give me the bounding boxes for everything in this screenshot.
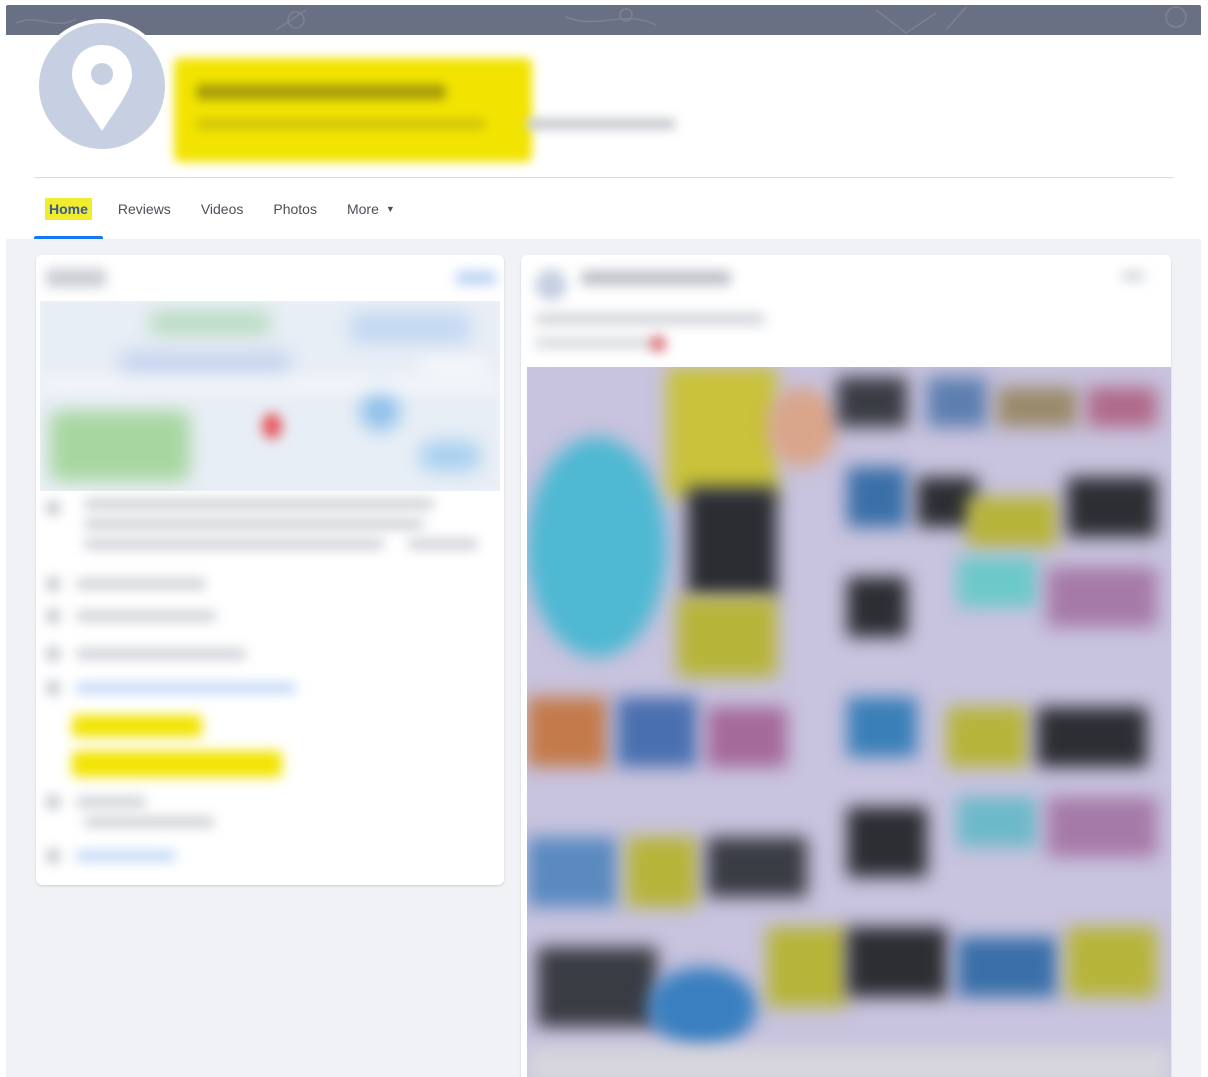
link-icon xyxy=(46,681,60,695)
heart-icon xyxy=(651,337,665,351)
tab-home[interactable]: Home xyxy=(34,179,103,239)
page-name-redacted xyxy=(174,58,532,162)
map-thumbnail[interactable] xyxy=(40,301,500,491)
post-card xyxy=(521,255,1171,1077)
page-category-redacted xyxy=(526,118,676,130)
post-author-avatar[interactable] xyxy=(535,269,567,301)
address-line-blurred xyxy=(84,539,384,549)
link-blurred[interactable] xyxy=(76,851,176,861)
profile-picture[interactable] xyxy=(35,19,169,153)
post-text-blurred xyxy=(535,313,765,325)
info-icon xyxy=(46,577,60,591)
page-root: Home Reviews Videos Photos More ▼ xyxy=(0,0,1208,1077)
website-link-blurred[interactable] xyxy=(76,683,296,693)
page-header: Home Reviews Videos Photos More ▼ xyxy=(6,19,1201,239)
about-card xyxy=(36,255,504,885)
tab-more[interactable]: More ▼ xyxy=(332,179,410,239)
redacted-email xyxy=(72,751,282,777)
feed-area xyxy=(6,239,1201,1077)
info-line-blurred xyxy=(76,579,206,589)
post-text-blurred xyxy=(535,337,665,349)
info-line-blurred xyxy=(76,797,146,807)
redacted-phone xyxy=(72,715,202,737)
info-line-blurred xyxy=(84,817,214,827)
map-marker-icon xyxy=(262,413,282,439)
see-all-link-blurred[interactable] xyxy=(456,271,496,285)
tab-photos-label: Photos xyxy=(273,201,317,217)
tab-photos[interactable]: Photos xyxy=(258,179,332,239)
address-line-blurred xyxy=(84,499,434,509)
caret-down-icon: ▼ xyxy=(385,204,395,214)
location-icon xyxy=(46,501,60,515)
tab-home-label: Home xyxy=(45,198,92,220)
header-divider xyxy=(34,177,1174,178)
info-line-blurred xyxy=(76,649,246,659)
info-icon xyxy=(46,647,60,661)
cover-photo[interactable] xyxy=(6,5,1201,35)
address-line-blurred xyxy=(84,519,424,529)
page-tabs: Home Reviews Videos Photos More ▼ xyxy=(34,179,410,239)
info-icon xyxy=(46,609,60,623)
address-line-blurred xyxy=(408,539,478,549)
info-icon xyxy=(46,849,60,863)
post-options-icon[interactable] xyxy=(1121,271,1145,281)
tab-reviews-label: Reviews xyxy=(117,201,171,217)
tab-videos-label: Videos xyxy=(200,201,244,217)
tab-more-label: More xyxy=(346,201,379,217)
info-line-blurred xyxy=(76,611,216,621)
info-icon xyxy=(46,795,60,809)
post-author-name-blurred[interactable] xyxy=(581,271,731,285)
post-photo[interactable] xyxy=(527,367,1171,1077)
tab-reviews[interactable]: Reviews xyxy=(103,179,186,239)
tab-videos[interactable]: Videos xyxy=(186,179,259,239)
about-card-title-blurred xyxy=(46,269,106,287)
map-pin-icon xyxy=(72,45,132,131)
